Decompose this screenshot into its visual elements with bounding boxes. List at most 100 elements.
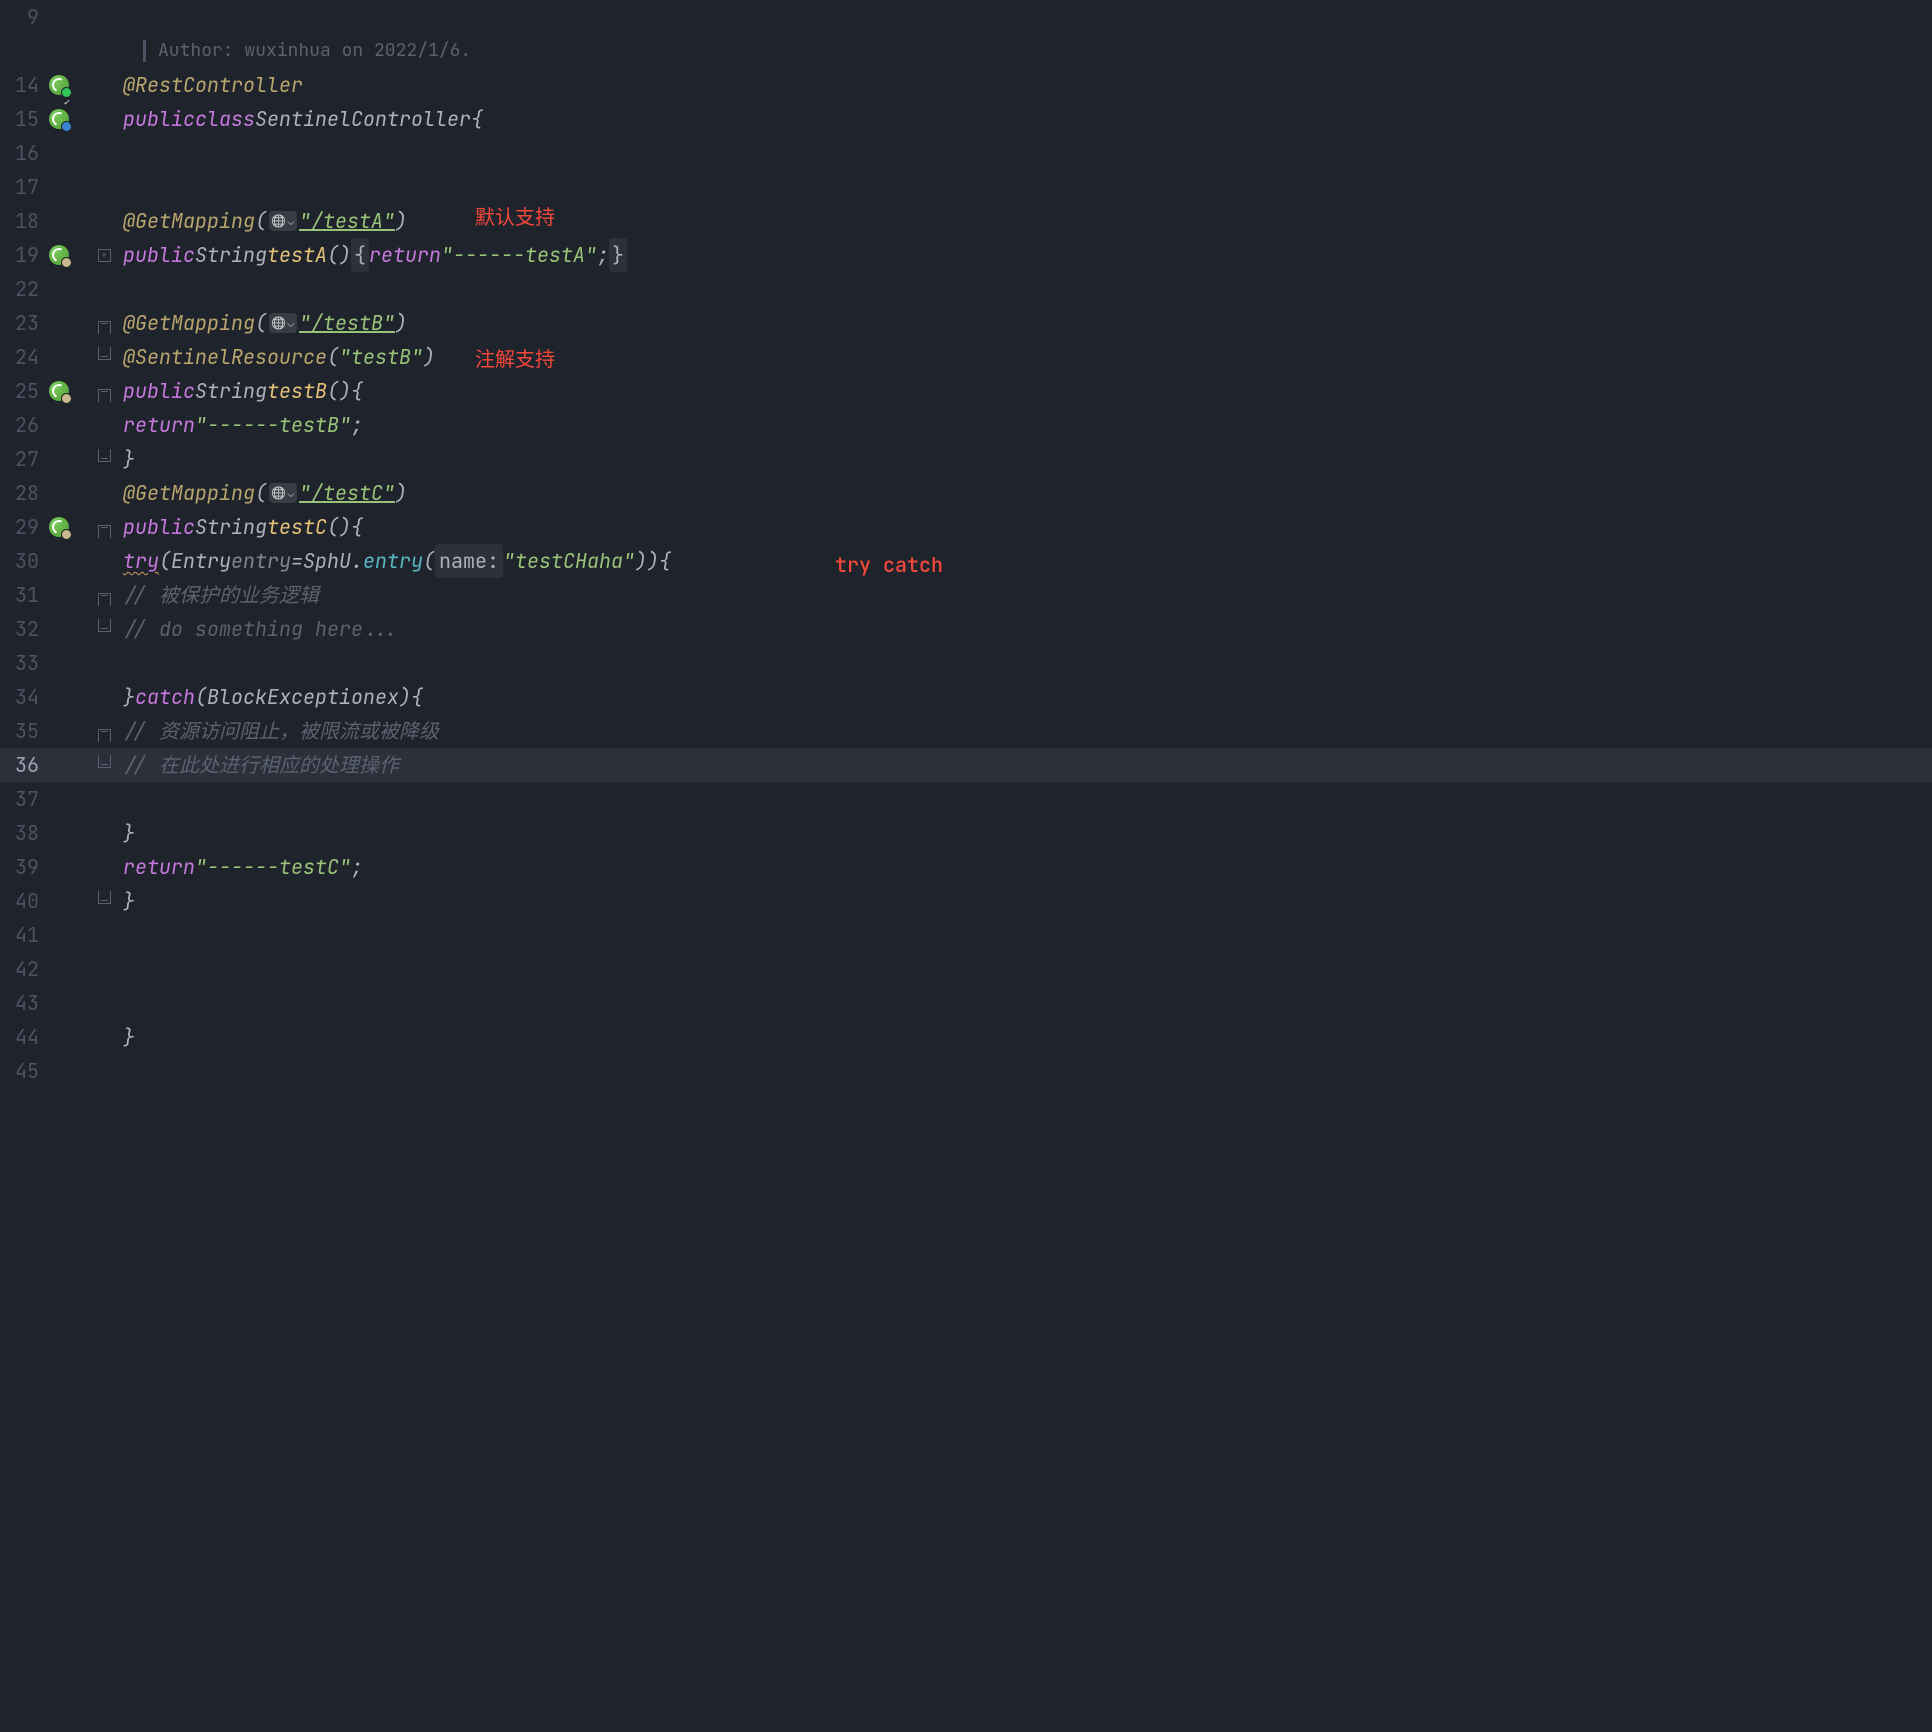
code-line[interactable]: 23 @GetMapping("/testB") <box>0 306 1932 340</box>
spring-icon[interactable] <box>49 75 69 95</box>
code-line[interactable]: 18 @GetMapping("/testA") 默认支持 <box>0 204 1932 238</box>
code-line[interactable]: 39 return "------testC"; <box>0 850 1932 884</box>
code-line[interactable]: 19 + public String testA() { return "---… <box>0 238 1932 272</box>
dot-token: . <box>351 544 363 578</box>
annotation-token: @SentinelResource <box>123 340 327 374</box>
line-number: 30 <box>0 544 45 578</box>
code-line[interactable]: 40 } <box>0 884 1932 918</box>
paren-token: ( <box>327 340 339 374</box>
url-globe-icon[interactable] <box>269 313 297 333</box>
code-line[interactable]: 43 <box>0 986 1932 1020</box>
url-globe-icon[interactable] <box>269 211 297 231</box>
fold-collapse-icon[interactable] <box>98 593 111 606</box>
code-line[interactable]: 31 // 被保护的业务逻辑 <box>0 578 1932 612</box>
spring-endpoint-icon[interactable] <box>49 245 69 265</box>
code-line[interactable]: 24 @SentinelResource("testB") 注解支持 <box>0 340 1932 374</box>
string-token: "------testB" <box>195 408 351 442</box>
fold-collapse-icon[interactable] <box>98 891 111 904</box>
comment-token: // 被保护的业务逻辑 <box>123 578 319 612</box>
type-token: BlockException <box>207 680 375 714</box>
code-line[interactable]: 27 } <box>0 442 1932 476</box>
code-line[interactable]: 38 } <box>0 816 1932 850</box>
paren-token: ) <box>399 680 411 714</box>
fold-collapse-icon[interactable] <box>98 729 111 742</box>
code-line[interactable]: 41 <box>0 918 1932 952</box>
code-line[interactable]: 34 } catch (BlockException ex) { <box>0 680 1932 714</box>
code-line[interactable]: 44 } <box>0 1020 1932 1054</box>
method-token: testB <box>267 374 327 408</box>
line-number: 17 <box>0 170 45 204</box>
type-token: Entry <box>171 544 231 578</box>
keyword-token: public <box>123 238 195 272</box>
code-line[interactable]: 25 public String testB() { <box>0 374 1932 408</box>
brace-token: { <box>351 510 363 544</box>
spring-endpoint-icon[interactable] <box>49 517 69 537</box>
fold-collapse-icon[interactable] <box>98 321 111 334</box>
code-line[interactable]: 32 // do something here... <box>0 612 1932 646</box>
fold-expand-icon[interactable]: + <box>98 249 111 262</box>
type-token: String <box>195 374 267 408</box>
keyword-token: return <box>369 238 441 272</box>
line-number: 23 <box>0 306 45 340</box>
code-line[interactable]: 37 <box>0 782 1932 816</box>
spring-bean-icon[interactable] <box>49 109 69 129</box>
line-number: 45 <box>0 1054 45 1088</box>
paren-token: )) <box>635 544 659 578</box>
line-number: 24 <box>0 340 45 374</box>
line-number: 35 <box>0 714 45 748</box>
fold-collapse-icon[interactable] <box>98 347 111 360</box>
fold-collapse-icon[interactable] <box>98 619 111 632</box>
code-line[interactable]: 22 <box>0 272 1932 306</box>
brace-token: } <box>123 884 135 918</box>
type-token: String <box>195 510 267 544</box>
fold-collapse-icon[interactable] <box>98 755 111 768</box>
code-line[interactable]: 45 <box>0 1054 1932 1088</box>
paren-token: ( <box>423 544 435 578</box>
type-token: String <box>195 238 267 272</box>
annotation-token: @RestController <box>123 68 303 102</box>
fold-collapse-icon[interactable] <box>98 525 111 538</box>
line-number: 41 <box>0 918 45 952</box>
code-line[interactable]: 42 <box>0 952 1932 986</box>
code-line[interactable]: 26 return "------testB"; <box>0 408 1932 442</box>
line-number: 9 <box>0 0 45 34</box>
editor-content[interactable]: 9 Author: wuxinhua on 2022/1/6. 14 @Rest… <box>0 0 1932 1732</box>
code-line[interactable]: Author: wuxinhua on 2022/1/6. <box>0 34 1932 68</box>
keyword-token: catch <box>135 680 195 714</box>
code-line[interactable]: 33 <box>0 646 1932 680</box>
code-line[interactable]: 35 // 资源访问阻止，被限流或被降级 <box>0 714 1932 748</box>
code-line[interactable]: 29 public String testC() { <box>0 510 1932 544</box>
fold-collapse-icon[interactable] <box>98 389 111 402</box>
line-number: 18 <box>0 204 45 238</box>
line-number: 34 <box>0 680 45 714</box>
semi-token: ; <box>597 238 609 272</box>
author-annotation: Author: wuxinhua on 2022/1/6. <box>158 34 471 68</box>
spring-endpoint-icon[interactable] <box>49 381 69 401</box>
code-line[interactable]: 17 <box>0 170 1932 204</box>
code-line[interactable]: 28 @GetMapping("/testC") <box>0 476 1932 510</box>
line-number: 39 <box>0 850 45 884</box>
comment-token: // do something here... <box>123 612 399 646</box>
semi-token: ; <box>351 850 363 884</box>
code-line[interactable]: 9 <box>0 0 1932 34</box>
classname-token: SphU <box>303 544 351 578</box>
code-line[interactable]: 30 try (Entry entry = SphU.entry( name: … <box>0 544 1932 578</box>
brace-token: { <box>471 102 483 136</box>
code-line[interactable]: 16 <box>0 136 1932 170</box>
method-token: testC <box>267 510 327 544</box>
line-number: 15 <box>0 102 45 136</box>
paren-token: ) <box>395 204 407 238</box>
keyword-token: return <box>123 408 195 442</box>
comment-token: // 资源访问阻止，被限流或被降级 <box>123 714 439 748</box>
keyword-token: class <box>195 102 255 136</box>
url-globe-icon[interactable] <box>269 483 297 503</box>
line-number: 27 <box>0 442 45 476</box>
code-line[interactable]: 15 public class SentinelController { <box>0 102 1932 136</box>
code-editor[interactable]: 9 Author: wuxinhua on 2022/1/6. 14 @Rest… <box>0 0 1932 1732</box>
method-token: testA <box>267 238 327 272</box>
code-line-current[interactable]: 36 // 在此处进行相应的处理操作 <box>0 748 1932 782</box>
annotation-token: @GetMapping <box>123 476 255 510</box>
paren-token: () <box>327 510 351 544</box>
code-line[interactable]: 14 @RestController <box>0 68 1932 102</box>
fold-collapse-icon[interactable] <box>98 449 111 462</box>
